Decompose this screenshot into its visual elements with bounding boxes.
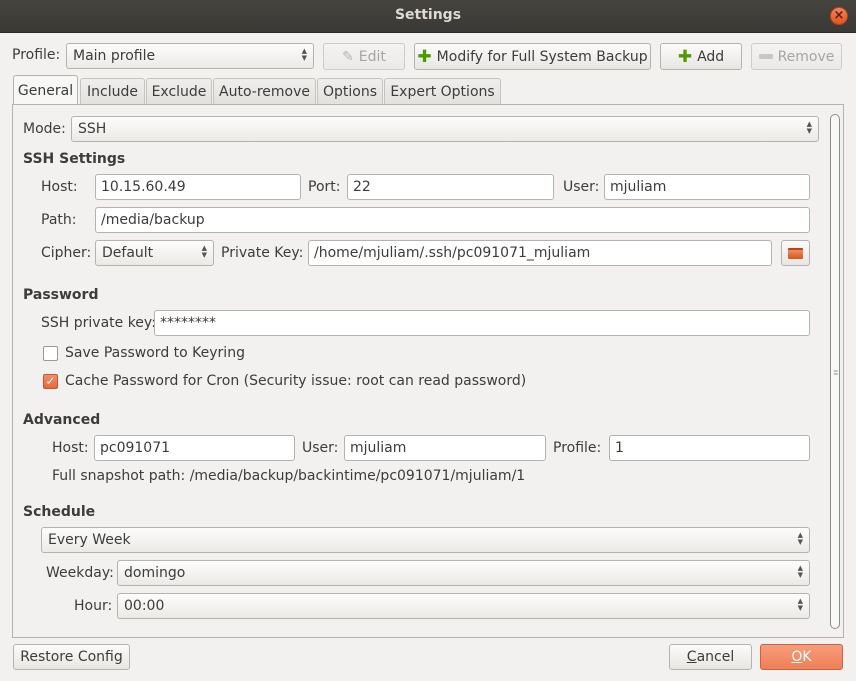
tab-options-label: Options bbox=[322, 83, 378, 100]
mode-label: Mode: bbox=[23, 121, 66, 137]
hour-label: Hour: bbox=[74, 598, 113, 614]
restore-config-button[interactable]: Restore Config bbox=[13, 644, 130, 670]
advanced-profile-input[interactable]: 1 bbox=[609, 435, 810, 461]
settings-window: Settings × Profile: Main profile ▲ ▼ ✎ Ed… bbox=[0, 0, 856, 681]
ssh-password-input[interactable]: ******** bbox=[154, 310, 810, 336]
edit-button-label: Edit bbox=[358, 48, 386, 65]
ssh-private-key-label: SSH private key: bbox=[41, 315, 156, 331]
mode-select[interactable]: SSH ▲ ▼ bbox=[71, 116, 819, 142]
tab-general[interactable]: General bbox=[13, 75, 78, 105]
edit-button[interactable]: ✎ Edit bbox=[323, 43, 405, 70]
minus-icon bbox=[758, 54, 773, 59]
tab-exclude[interactable]: Exclude bbox=[146, 78, 212, 104]
private-key-label: Private Key: bbox=[221, 245, 304, 261]
select-arrows-icon: ▲ ▼ bbox=[797, 531, 803, 546]
advanced-host-input[interactable]: pc091071 bbox=[94, 435, 295, 461]
advanced-host-label: Host: bbox=[52, 440, 89, 456]
password-heading: Password bbox=[23, 287, 99, 303]
panel-scrollbar[interactable]: ═ ═ bbox=[828, 108, 842, 635]
select-arrows-icon: ▲ ▼ bbox=[797, 564, 803, 579]
schedule-frequency-value: Every Week bbox=[48, 532, 131, 548]
schedule-frequency-select[interactable]: Every Week ▲ ▼ bbox=[41, 527, 810, 553]
ok-label: OK bbox=[791, 649, 812, 665]
tab-expert-options[interactable]: Expert Options bbox=[384, 78, 501, 104]
save-keyring-checkbox[interactable] bbox=[43, 346, 58, 361]
cipher-select-value: Default bbox=[102, 245, 154, 261]
profile-select[interactable]: Main profile ▲ ▼ bbox=[66, 43, 314, 69]
title-bar: Settings × bbox=[0, 0, 856, 33]
remove-button-label: Remove bbox=[777, 48, 835, 65]
schedule-heading: Schedule bbox=[23, 504, 96, 520]
advanced-user-input[interactable]: mjuliam bbox=[344, 435, 546, 461]
tab-exclude-label: Exclude bbox=[151, 83, 207, 100]
close-icon[interactable]: × bbox=[830, 7, 848, 25]
ssh-user-input[interactable]: mjuliam bbox=[604, 174, 810, 200]
profile-label: Profile: bbox=[12, 47, 61, 63]
cache-cron-label: Cache Password for Cron (Security issue:… bbox=[65, 373, 527, 389]
ssh-path-input[interactable]: /media/backup bbox=[95, 207, 810, 233]
tab-auto-remove[interactable]: Auto-remove bbox=[213, 78, 316, 104]
full-snapshot-path: Full snapshot path: /media/backup/backin… bbox=[52, 468, 526, 484]
ssh-path-label: Path: bbox=[41, 212, 77, 228]
window-title: Settings bbox=[394, 7, 462, 23]
hour-select[interactable]: 00:00 ▲ ▼ bbox=[117, 593, 810, 619]
advanced-user-label: User: bbox=[302, 440, 339, 456]
plus-icon: ✚ bbox=[417, 46, 432, 67]
ssh-settings-heading: SSH Settings bbox=[23, 151, 126, 167]
tab-options[interactable]: Options bbox=[317, 78, 383, 104]
add-profile-button[interactable]: ✚ Add bbox=[660, 43, 742, 70]
tab-auto-remove-label: Auto-remove bbox=[219, 83, 310, 100]
tab-include[interactable]: Include bbox=[80, 78, 145, 104]
ssh-user-label: User: bbox=[563, 179, 600, 195]
scrollbar-thumb[interactable]: ═ ═ bbox=[830, 114, 840, 629]
weekday-select-value: domingo bbox=[124, 565, 186, 581]
restore-config-label: Restore Config bbox=[20, 649, 123, 665]
tab-general-label: General bbox=[17, 82, 74, 99]
private-key-input[interactable]: /home/mjuliam/.ssh/pc091071_mjuliam bbox=[308, 240, 772, 266]
save-keyring-label: Save Password to Keyring bbox=[65, 345, 245, 361]
ssh-port-input[interactable]: 22 bbox=[347, 174, 554, 200]
mode-select-value: SSH bbox=[78, 121, 107, 137]
select-arrows-icon: ▲ ▼ bbox=[301, 47, 307, 62]
ssh-port-label: Port: bbox=[308, 179, 341, 195]
browse-key-button[interactable] bbox=[781, 240, 810, 266]
select-arrows-icon: ▲ ▼ bbox=[201, 244, 207, 259]
cache-cron-checkbox[interactable]: ✓ bbox=[43, 374, 58, 389]
cancel-button[interactable]: Cancel bbox=[669, 644, 752, 670]
weekday-select[interactable]: domingo ▲ ▼ bbox=[117, 560, 810, 586]
modify-button-label: Modify for Full System Backup bbox=[436, 48, 648, 65]
cipher-label: Cipher: bbox=[41, 245, 92, 261]
advanced-profile-label: Profile: bbox=[553, 440, 602, 456]
ok-button[interactable]: OK bbox=[760, 644, 843, 670]
hour-select-value: 00:00 bbox=[124, 598, 165, 614]
add-button-label: Add bbox=[697, 48, 725, 65]
select-arrows-icon: ▲ ▼ bbox=[797, 597, 803, 612]
cipher-select[interactable]: Default ▲ ▼ bbox=[95, 240, 214, 266]
remove-profile-button[interactable]: Remove bbox=[751, 43, 842, 70]
tab-include-label: Include bbox=[87, 83, 138, 100]
grip-icon: ═ ═ bbox=[834, 368, 838, 378]
modify-full-backup-button[interactable]: ✚ Modify for Full System Backup bbox=[414, 43, 651, 70]
tab-expert-options-label: Expert Options bbox=[390, 83, 495, 100]
advanced-heading: Advanced bbox=[23, 412, 101, 428]
ssh-host-input[interactable]: 10.15.60.49 bbox=[95, 174, 301, 200]
folder-icon bbox=[788, 247, 803, 259]
plus-icon: ✚ bbox=[677, 46, 693, 67]
cancel-label: Cancel bbox=[686, 649, 735, 665]
weekday-label: Weekday: bbox=[46, 565, 114, 581]
pencil-icon: ✎ bbox=[342, 48, 354, 65]
ssh-host-label: Host: bbox=[41, 179, 78, 195]
profile-select-value: Main profile bbox=[73, 48, 156, 64]
select-arrows-icon: ▲ ▼ bbox=[806, 120, 812, 135]
